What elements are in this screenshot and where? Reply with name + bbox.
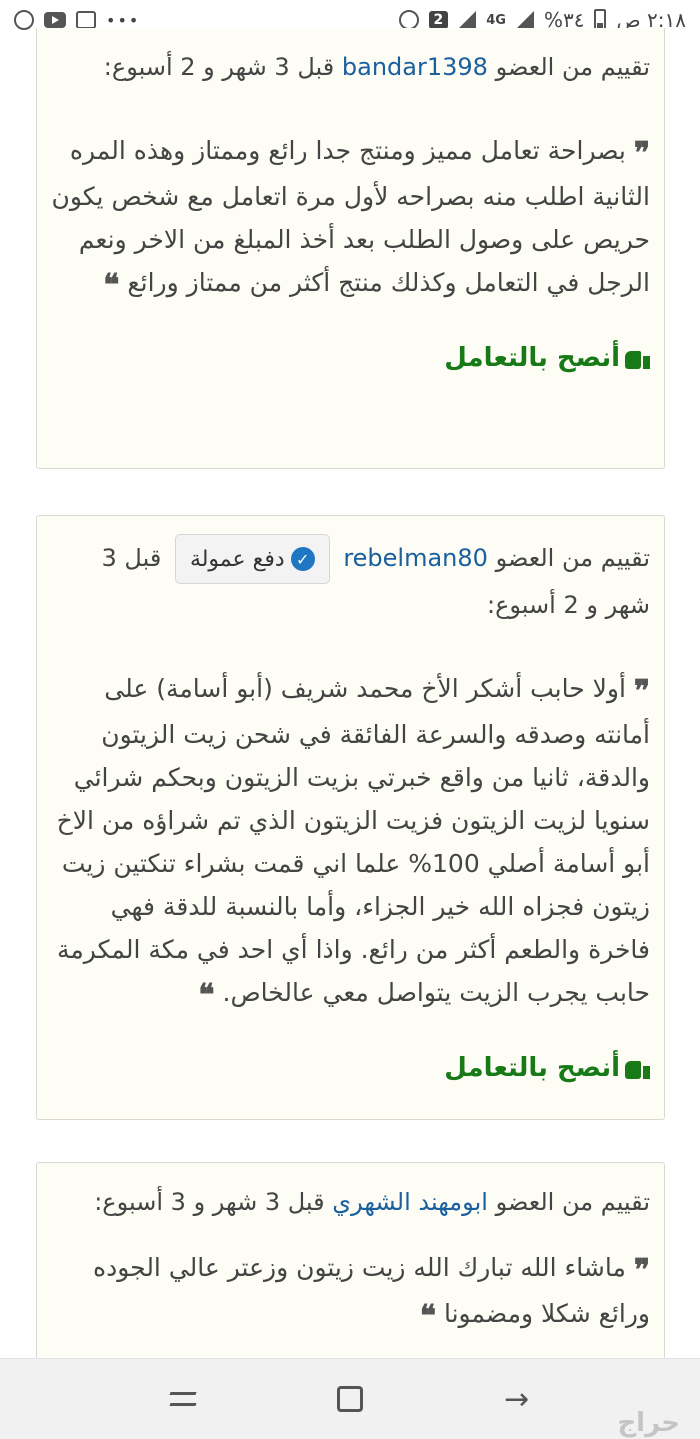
review-text: ❞ أولا حابب أشكر الأخ محمد شريف (أبو أسا… [51, 667, 650, 1017]
member-link[interactable]: bandar1398 [342, 53, 488, 81]
status-left: ••• [14, 10, 140, 30]
review-body: أولا حابب أشكر الأخ محمد شريف (أبو أسامة… [56, 674, 650, 1007]
signal-icon [458, 11, 477, 29]
quote-open-icon: ❞ [633, 1253, 650, 1288]
review-prefix: تقييم من العضو [495, 544, 650, 572]
commission-paid-label: دفع عمولة [189, 546, 285, 572]
quote-close-icon: ❝ [419, 1299, 437, 1334]
quote-open-icon: ❞ [633, 136, 650, 171]
recommend-label: أنصح بالتعامل [51, 1053, 650, 1083]
haraj-watermark: حراج [617, 1408, 680, 1438]
review-card: تقييم من العضو rebelman80 ✓ دفع عمولة قب… [36, 515, 665, 1120]
android-nav-bar: → [0, 1358, 700, 1439]
review-header: تقييم من العضو bandar1398 قبل 3 شهر و 2 … [51, 46, 650, 89]
check-circle-icon: ✓ [290, 547, 315, 571]
back-button[interactable]: → [497, 1379, 537, 1419]
overflow-dots: ••• [106, 10, 141, 30]
commission-paid-badge[interactable]: ✓ دفع عمولة [174, 534, 330, 584]
recommend-text: أنصح بالتعامل [444, 1053, 620, 1083]
member-link[interactable]: ابومهند الشهري [332, 1188, 488, 1216]
recommend-label: أنصح بالتعامل [51, 343, 650, 373]
review-text: ❞ ماشاء الله تبارك الله زيت زيتون وزعتر … [51, 1246, 650, 1338]
review-header: تقييم من العضو rebelman80 ✓ دفع عمولة قب… [51, 534, 650, 627]
thumbs-up-icon [624, 345, 650, 371]
alarm-icon [398, 10, 419, 30]
signal-icon-2 [515, 11, 534, 29]
quote-open-icon: ❞ [633, 674, 650, 709]
review-time: قبل 3 شهر و 3 أسبوع: [94, 1188, 325, 1216]
recent-apps-button[interactable] [163, 1379, 203, 1419]
youtube-icon [44, 12, 66, 28]
review-text: ❞ بصراحة تعامل مميز ومنتج جدا رائع وممتا… [51, 129, 650, 307]
back-arrow-icon: → [504, 1381, 530, 1417]
review-prefix: تقييم من العضو [495, 1188, 650, 1216]
whatsapp-icon [14, 10, 34, 30]
recent-apps-icon [170, 1390, 196, 1408]
review-header: تقييم من العضو ابومهند الشهري قبل 3 شهر … [51, 1181, 650, 1224]
home-button[interactable] [330, 1379, 370, 1419]
member-link[interactable]: rebelman80 [343, 544, 488, 572]
quote-close-icon: ❝ [103, 268, 120, 303]
quote-close-icon: ❝ [198, 978, 215, 1013]
home-icon [336, 1386, 363, 1412]
review-body: بصراحة تعامل مميز ومنتج جدا رائع وممتاز … [51, 136, 650, 297]
review-card: تقييم من العضو bandar1398 قبل 3 شهر و 2 … [36, 28, 665, 469]
recommend-text: أنصح بالتعامل [444, 343, 620, 373]
gallery-icon [76, 11, 96, 29]
review-prefix: تقييم من العضو [495, 53, 650, 81]
review-body: ماشاء الله تبارك الله زيت زيتون وزعتر عا… [93, 1253, 650, 1328]
review-card: تقييم من العضو ابومهند الشهري قبل 3 شهر … [36, 1162, 665, 1372]
network-type: 4G [486, 12, 506, 28]
review-time: قبل 3 شهر و 2 أسبوع: [103, 53, 335, 81]
thumbs-up-icon [624, 1055, 650, 1081]
notification-badge: 2 [428, 11, 449, 29]
